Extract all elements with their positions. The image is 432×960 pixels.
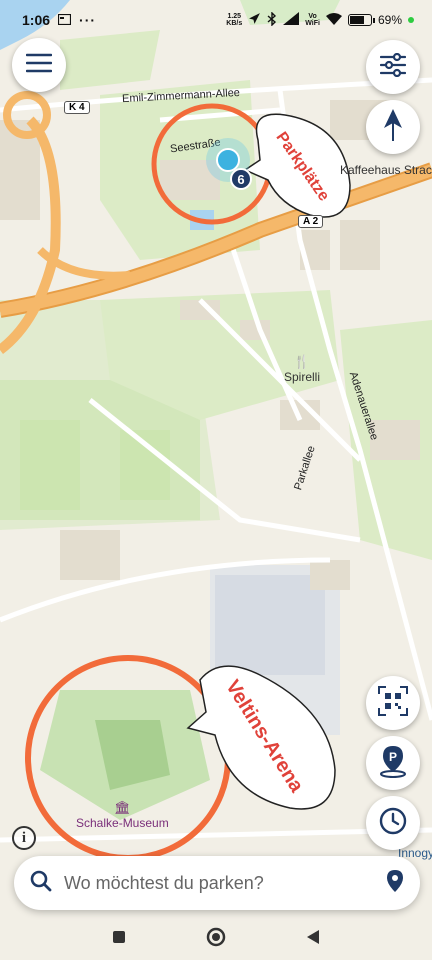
qr-scan-button[interactable]	[366, 676, 420, 730]
location-pin-icon[interactable]	[386, 869, 404, 898]
search-bar[interactable]	[14, 856, 420, 910]
filter-button[interactable]	[366, 40, 420, 94]
home-button[interactable]	[206, 927, 226, 952]
clock-icon	[379, 807, 407, 840]
status-bar: 1:06 ··· 1.25 KB/s Vo WiFi 69%	[0, 0, 432, 40]
restaurant-icon: 🍴	[293, 354, 311, 369]
spirelli-poi[interactable]: 🍴 Spirelli	[284, 354, 320, 384]
parking-icon: P	[378, 744, 408, 783]
search-input[interactable]	[64, 872, 386, 894]
system-navigation-bar	[0, 918, 432, 960]
k4-road-shield: K 4	[64, 101, 90, 114]
schalke-museum-label: Schalke-Museum	[76, 816, 169, 830]
signal-icon	[283, 12, 300, 28]
calendar-notification-icon	[57, 12, 72, 28]
network-speed: 1.25 KB/s	[226, 13, 243, 27]
wifi-icon	[325, 12, 342, 28]
status-time: 1:06	[22, 12, 51, 28]
menu-icon	[25, 53, 53, 78]
parking-cluster-marker[interactable]: 6	[230, 168, 252, 190]
privacy-indicator-dot	[408, 17, 414, 23]
bluetooth-icon	[267, 10, 277, 29]
svg-text:P: P	[389, 750, 397, 764]
vowifi-label: Vo WiFi	[305, 13, 320, 27]
menu-button[interactable]	[12, 38, 66, 92]
battery-percent: 69%	[377, 13, 402, 27]
schalke-museum-poi[interactable]: 🏛 Schalke-Museum	[76, 800, 169, 830]
info-icon[interactable]: i	[12, 826, 36, 850]
kaffeehaus-strack-label: Kaffeehaus Strack	[340, 163, 432, 177]
spirelli-label: Spirelli	[284, 370, 321, 384]
parking-button[interactable]: P	[366, 736, 420, 790]
a2-road-shield: A 2	[298, 215, 324, 228]
sliders-icon	[379, 52, 407, 82]
location-arrow-icon	[248, 12, 261, 28]
battery-icon	[347, 14, 375, 26]
compass-icon	[382, 108, 404, 147]
compass-button[interactable]	[366, 100, 420, 154]
more-notifications-icon: ···	[79, 12, 97, 28]
museum-icon: 🏛	[114, 800, 131, 815]
back-button[interactable]	[306, 929, 320, 950]
qr-code-icon	[378, 685, 408, 721]
recent-apps-button[interactable]	[112, 930, 126, 949]
search-icon	[30, 870, 52, 897]
history-button[interactable]	[366, 796, 420, 850]
